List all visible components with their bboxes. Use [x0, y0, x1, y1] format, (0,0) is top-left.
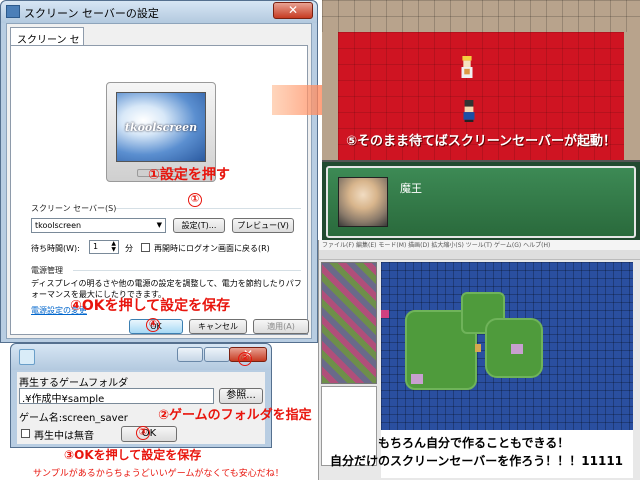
- settings-button[interactable]: 設定(T)...: [173, 218, 225, 233]
- wait-label: 待ち時間(W):: [31, 244, 80, 253]
- message-frame: 魔王: [326, 166, 636, 238]
- annotation-mark2: ②: [238, 352, 252, 366]
- event-tile: [475, 344, 481, 352]
- editor-caption-2: 自分だけのスクリーンセーバーを作ろう！！！11111: [330, 454, 624, 468]
- right-wall: [624, 32, 640, 160]
- spin-arrows-icon: ▲ ▼: [111, 240, 116, 253]
- annotation-mark1: ①: [188, 193, 202, 207]
- title-bar: スクリーン セーバーの設定 ✕: [1, 1, 317, 23]
- demon-king-sprite: [461, 56, 473, 78]
- preview-button[interactable]: プレビュー(V): [232, 218, 294, 233]
- group-divider: [116, 208, 301, 209]
- annotation-step3: ③OKを押して設定を保存: [64, 448, 202, 462]
- footnote: サンプルがあるからちょうどいいゲームがなくても安心だね！: [33, 469, 284, 479]
- power-divider: [73, 270, 301, 271]
- game-name-label: ゲーム名:screen_saver: [19, 413, 128, 424]
- screensaver-select[interactable]: tkoolscreen ▼: [31, 218, 166, 233]
- screensaver-group-label: スクリーン セーバー(S): [31, 204, 117, 213]
- maximize-button[interactable]: [204, 347, 230, 362]
- title-bar: ✕: [11, 344, 271, 370]
- editor-caption-1: もちろん自分で作ることもできる！: [378, 436, 570, 450]
- message-window: 魔王: [322, 160, 640, 240]
- folder-label: 再生するゲームフォルダ: [19, 378, 129, 389]
- annotation-mark3: ③: [136, 426, 150, 440]
- left-wall: [322, 32, 338, 160]
- mute-label: 再生中は無音: [34, 431, 94, 442]
- preview-screen: tkoolscreen: [116, 92, 206, 162]
- tab-page: tkoolscreen スクリーン セーバー(S) tkoolscreen ▼ …: [10, 45, 308, 335]
- tile-palette[interactable]: [321, 262, 377, 384]
- start-marker: [381, 310, 389, 318]
- wait-time-stepper[interactable]: 1 ▲ ▼: [89, 240, 119, 254]
- annotation-mark4: ④: [146, 318, 160, 332]
- demon-king-portrait: [338, 177, 388, 227]
- game-castle-wall: [322, 0, 640, 32]
- resume-logon-label: 再開時にログオン画面に戻る(R): [154, 244, 270, 253]
- tab-screensaver[interactable]: スクリーン セーバー: [10, 27, 84, 61]
- editor-menubar[interactable]: ファイル(F) 編集(E) モード(M) 描画(D) 拡大縮小(S) ツール(T…: [319, 240, 640, 250]
- castle-tile: [511, 344, 523, 354]
- screensaver-select-value: tkoolscreen: [35, 221, 82, 230]
- editor-toolbar[interactable]: [319, 250, 640, 260]
- wait-value: 1: [93, 242, 99, 251]
- power-text-1: ディスプレイの明るさや他の電源の設定を調整して、電力を節約したりパフ: [31, 279, 302, 288]
- hero-sprite: [463, 100, 475, 122]
- map-canvas[interactable]: [381, 262, 633, 430]
- apply-button[interactable]: 適用(A): [253, 319, 309, 334]
- annotation-step5: ⑤そのまま待てばスクリーンセーバーが起動！: [346, 134, 616, 149]
- browse-button[interactable]: 参照...: [219, 388, 263, 404]
- annotation-step2: ②ゲームのフォルダを指定: [158, 408, 312, 423]
- mute-checkbox[interactable]: [21, 429, 30, 438]
- preview-text: tkoolscreen: [124, 121, 198, 134]
- power-group-label: 電源管理: [31, 266, 63, 275]
- close-button[interactable]: ✕: [273, 2, 313, 19]
- chevron-down-icon: ▼: [156, 221, 162, 229]
- folder-path-input[interactable]: .¥作成中¥sample: [19, 388, 214, 405]
- window-title: スクリーン セーバーの設定: [24, 7, 159, 20]
- minimize-button[interactable]: [177, 347, 203, 362]
- speaker-name: 魔王: [400, 182, 422, 195]
- monitor-icon: [6, 5, 20, 18]
- castle-tile: [411, 374, 423, 384]
- cancel-button[interactable]: キャンセル: [189, 319, 247, 334]
- app-icon: [19, 349, 35, 365]
- annotation-step4: ④OKを押して設定を保存: [70, 298, 231, 314]
- minutes-label: 分: [125, 244, 133, 253]
- annotation-step1: ①設定を押す: [148, 167, 230, 183]
- resume-logon-checkbox[interactable]: [141, 243, 150, 252]
